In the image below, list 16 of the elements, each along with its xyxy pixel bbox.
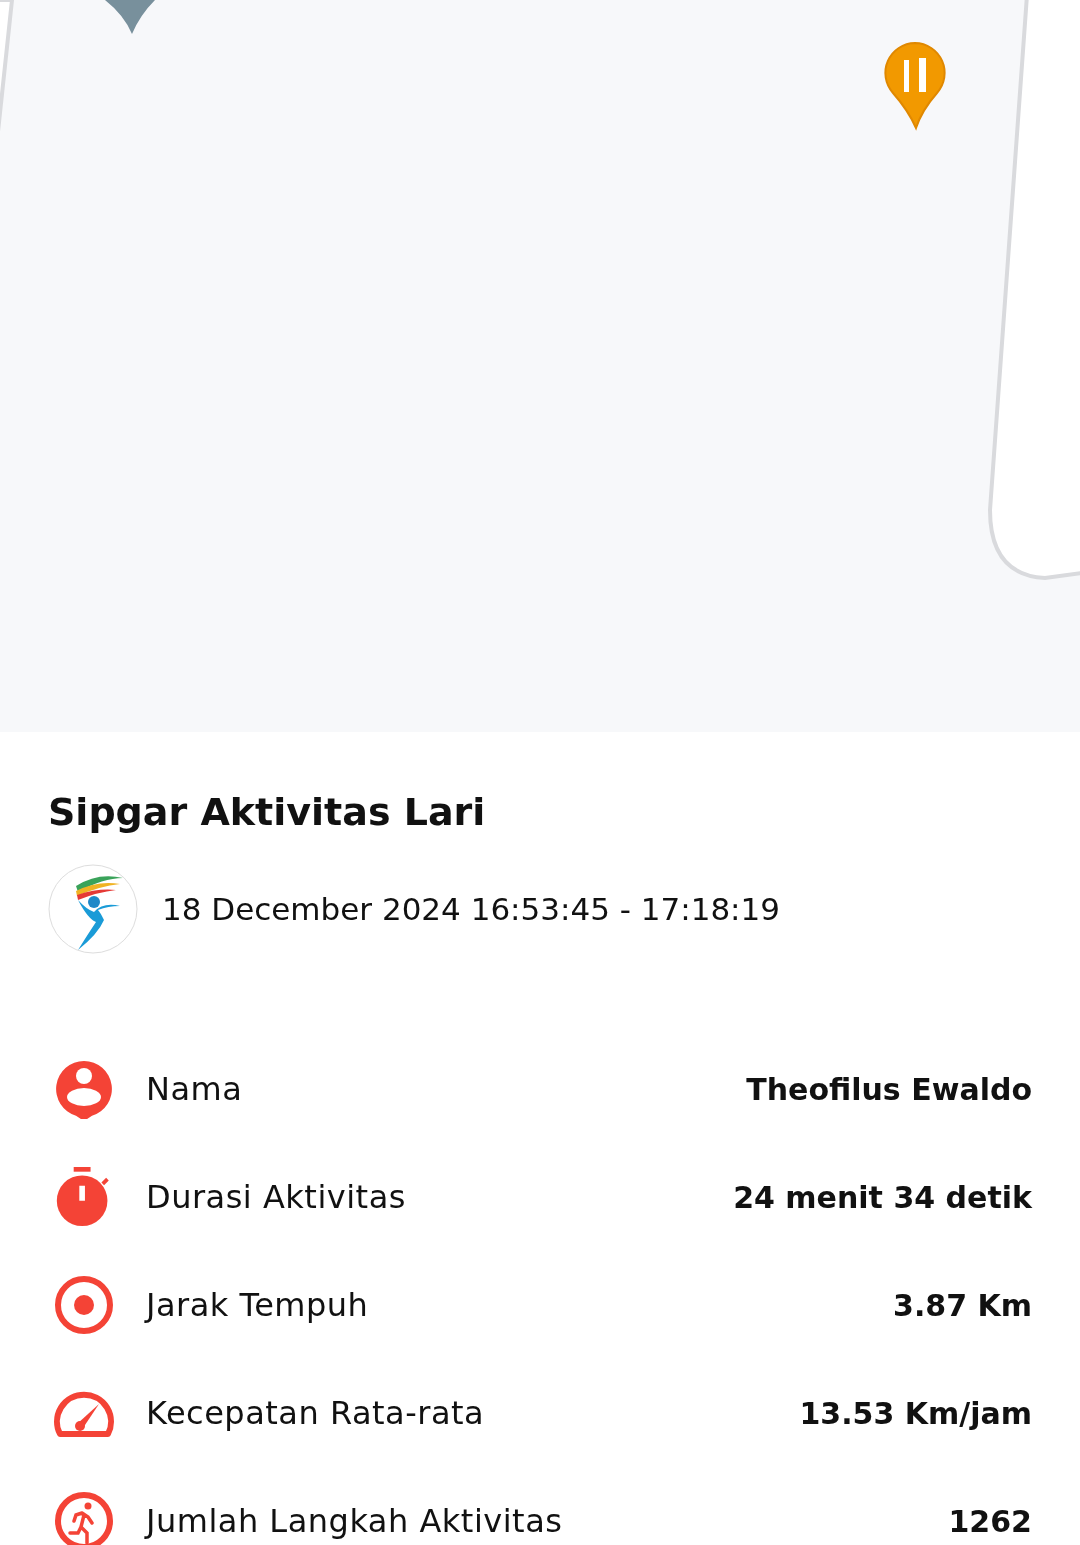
stat-label: Nama [146, 1070, 244, 1108]
target-icon [54, 1275, 114, 1335]
stat-label: Kecepatan Rata-rata [146, 1394, 486, 1432]
stat-label: Jarak Tempuh [146, 1286, 370, 1324]
person-pin-icon [54, 1059, 114, 1119]
runner-logo-icon [48, 864, 138, 954]
stat-value: 1262 [948, 1503, 1032, 1539]
activity-date-range: 18 December 2024 16:53:45 - 17:18:19 [162, 891, 780, 927]
stat-value: 3.87 Km [893, 1287, 1032, 1323]
stat-value: Theofilus Ewaldo [746, 1071, 1032, 1107]
runner-icon [54, 1491, 114, 1545]
stat-value: 13.53 Km/jam [799, 1395, 1032, 1431]
stat-value: 24 menit 34 detik [733, 1179, 1032, 1215]
stat-label: Jumlah Langkah Aktivitas [146, 1502, 564, 1540]
activity-title: Sipgar Aktivitas Lari [48, 789, 487, 836]
stat-label: Durasi Aktivitas [146, 1178, 407, 1216]
